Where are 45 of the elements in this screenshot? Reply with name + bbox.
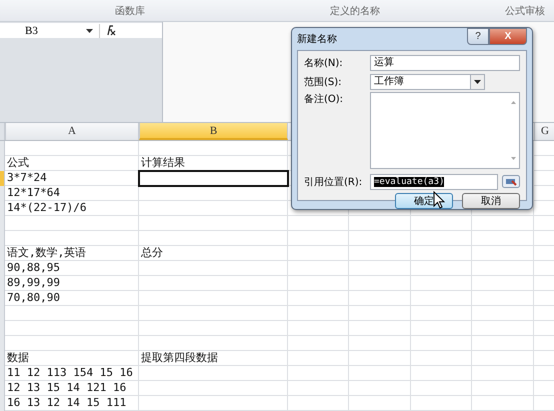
- cell-text: 计算结果: [141, 156, 185, 169]
- scroll-down-icon[interactable]: [510, 157, 516, 160]
- name-field[interactable]: 运算: [370, 54, 520, 70]
- help-button[interactable]: ?: [467, 28, 489, 45]
- dropdown-icon: [86, 28, 93, 32]
- cell-text: 11 12 113 154 15 16: [7, 366, 133, 379]
- collapse-dialog-icon[interactable]: [502, 175, 520, 188]
- ok-button[interactable]: 确定: [395, 193, 453, 209]
- cell-text: 提取第四段数据: [141, 351, 218, 364]
- scroll-up-icon[interactable]: [510, 101, 516, 104]
- field-label: 备注(O):: [304, 92, 344, 106]
- row-header[interactable]: [0, 156, 5, 171]
- cell-text: 数据: [7, 351, 29, 364]
- cell-text: 90,88,95: [7, 261, 60, 274]
- mouse-pointer-icon: [433, 191, 445, 209]
- cell-text: 89,99,99: [7, 276, 60, 289]
- ribbon-group-label: 函数库: [115, 4, 145, 18]
- cell-text: 70,80,90: [7, 291, 60, 304]
- cancel-button[interactable]: 取消: [462, 193, 520, 209]
- column-header[interactable]: B: [139, 123, 288, 140]
- cell-text: 16 13 12 14 15 111: [7, 396, 126, 409]
- cell-text: 12*17*64: [7, 186, 60, 199]
- row-header[interactable]: [0, 171, 5, 186]
- scope-dropdown[interactable]: 工作簿: [370, 74, 485, 90]
- ribbon-group-label: 定义的名称: [330, 4, 380, 18]
- select-all-corner[interactable]: [0, 123, 5, 140]
- cell-text: 语文,数学,英语: [7, 246, 86, 259]
- row-header[interactable]: [0, 186, 5, 201]
- field-label: 名称(N):: [304, 56, 344, 70]
- cell-text: 12 13 15 14 121 16: [7, 381, 126, 394]
- field-label: 引用位置(R):: [304, 176, 364, 188]
- cell-text: 3*7*24: [7, 171, 47, 184]
- row-header[interactable]: [0, 396, 5, 411]
- field-label: 范围(S):: [304, 76, 343, 88]
- cell-text: 总分: [141, 246, 163, 259]
- cell-text: 公式: [7, 156, 29, 169]
- cell-text: 14*(22-17)/6: [7, 201, 86, 214]
- row-header[interactable]: [0, 141, 5, 156]
- ribbon-group-label: 公式审核: [505, 4, 545, 18]
- comment-field[interactable]: [370, 92, 520, 169]
- active-cell[interactable]: [139, 171, 288, 186]
- column-header[interactable]: G: [534, 123, 554, 140]
- dropdown-icon[interactable]: [474, 80, 481, 84]
- reference-field[interactable]: =evaluate(a3): [370, 174, 498, 190]
- dialog-title: 新建名称: [297, 32, 337, 46]
